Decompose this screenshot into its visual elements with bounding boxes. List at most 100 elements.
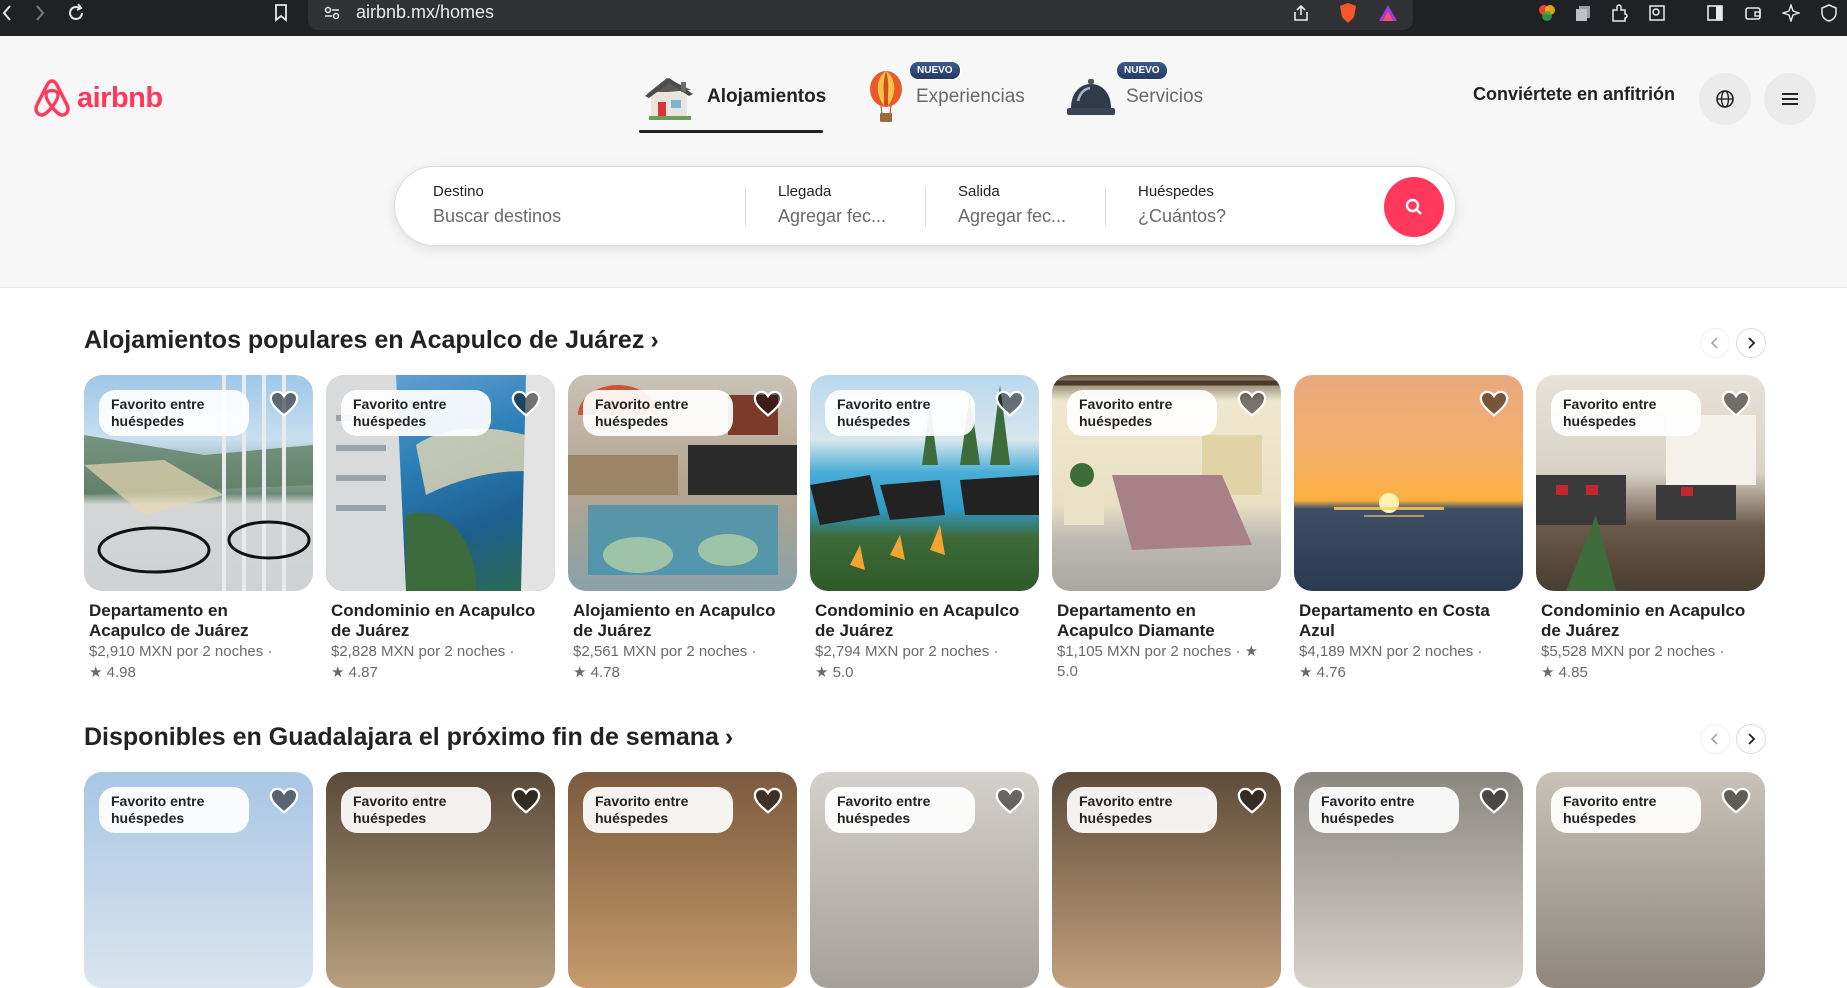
share-icon[interactable] <box>1290 0 1312 26</box>
scroll-left-button[interactable] <box>1700 724 1730 754</box>
divider <box>925 187 926 227</box>
listing-card[interactable]: Favorito entre huéspedes Alojamiento en … <box>568 375 797 683</box>
scroll-right-button[interactable] <box>1736 328 1766 358</box>
brave-shield-icon[interactable] <box>1336 0 1360 26</box>
section-title-acapulco[interactable]: Alojamientos populares en Acapulco de Ju… <box>84 326 659 355</box>
language-button[interactable] <box>1699 73 1751 125</box>
listing-rating: ★ 4.98 <box>89 664 136 681</box>
listing-title: Condominio en Acapulco de Juárez <box>815 601 1020 640</box>
heart-icon[interactable] <box>269 389 299 419</box>
listing-card[interactable]: Favorito entre huéspedes <box>810 772 1039 988</box>
listing-card[interactable]: Favorito entre huéspedes <box>568 772 797 988</box>
listing-photo[interactable]: Favorito entre huéspedes <box>810 375 1039 591</box>
listing-card[interactable]: Favorito entre huéspedes Condominio en A… <box>1536 375 1765 683</box>
listing-photo[interactable]: Favorito entre huéspedes <box>568 375 797 591</box>
destination-input[interactable]: Buscar destinos <box>433 206 733 227</box>
airbnb-logo[interactable]: airbnb <box>33 78 163 118</box>
guest-favorite-badge: Favorito entre huéspedes <box>1309 787 1459 833</box>
listing-photo[interactable]: Favorito entre huéspedes <box>1052 772 1281 988</box>
destination-field[interactable]: Destino Buscar destinos <box>433 183 733 227</box>
heart-icon[interactable] <box>1479 389 1509 419</box>
listing-card[interactable]: Favorito entre huéspedes Departamento en… <box>1052 375 1281 682</box>
heart-icon[interactable] <box>511 389 541 419</box>
section-title-text: Alojamientos populares en Acapulco de Ju… <box>84 326 645 354</box>
heart-icon[interactable] <box>511 786 541 816</box>
back-icon[interactable] <box>0 0 14 26</box>
listing-photo[interactable]: Favorito entre huéspedes <box>326 772 555 988</box>
listing-photo[interactable] <box>1294 375 1523 591</box>
reload-icon[interactable] <box>64 0 88 26</box>
extensions-icon[interactable] <box>1608 0 1630 26</box>
tab-label: Alojamientos <box>707 86 827 107</box>
listing-card[interactable]: Favorito entre huéspedes <box>1536 772 1765 988</box>
checkin-input[interactable]: Agregar fec... <box>778 206 908 227</box>
heart-icon[interactable] <box>753 786 783 816</box>
listing-price: $2,828 MXN por 2 noches · <box>331 643 515 660</box>
tab-alojamientos[interactable]: Alojamientos <box>641 66 826 128</box>
listing-photo[interactable]: Favorito entre huéspedes <box>1536 375 1765 591</box>
leo-ai-icon[interactable] <box>1780 0 1802 26</box>
menu-button[interactable] <box>1764 73 1816 125</box>
listing-photo[interactable]: Favorito entre huéspedes <box>810 772 1039 988</box>
listing-photo[interactable]: Favorito entre huéspedes <box>326 375 555 591</box>
brave-rewards-icon[interactable] <box>1376 0 1400 26</box>
listing-card[interactable]: Favorito entre huéspedes <box>1294 772 1523 988</box>
extension-color-icon[interactable] <box>1536 0 1558 26</box>
field-label: Llegada <box>778 183 832 200</box>
listing-rating: ★ 5.0 <box>815 664 854 681</box>
heart-icon[interactable] <box>995 389 1025 419</box>
search-bar: Destino Buscar destinos Llegada Agregar … <box>394 166 1456 246</box>
heart-icon[interactable] <box>1721 786 1751 816</box>
guests-input[interactable]: ¿Cuántos? <box>1138 206 1338 227</box>
listing-card[interactable]: Favorito entre huéspedes <box>326 772 555 988</box>
sidebar-icon[interactable] <box>1704 0 1726 26</box>
extension-copy-icon[interactable] <box>1572 0 1594 26</box>
listing-card[interactable]: Departamento en Costa Azul $4,189 MXN po… <box>1294 375 1523 683</box>
listing-photo[interactable]: Favorito entre huéspedes <box>84 772 313 988</box>
checkin-field[interactable]: Llegada Agregar fec... <box>778 183 908 227</box>
heart-icon[interactable] <box>995 786 1025 816</box>
listing-card[interactable]: Favorito entre huéspedes <box>84 772 313 988</box>
listing-photo[interactable]: Favorito entre huéspedes <box>1052 375 1281 591</box>
guest-favorite-badge: Favorito entre huéspedes <box>825 787 975 833</box>
heart-icon[interactable] <box>1721 389 1751 419</box>
vpn-shield-icon[interactable] <box>1818 0 1840 26</box>
heart-icon[interactable] <box>753 389 783 419</box>
guests-field[interactable]: Huéspedes ¿Cuántos? <box>1138 183 1338 227</box>
listing-card[interactable]: Favorito entre huéspedes Condominio en A… <box>810 375 1039 683</box>
listing-photo[interactable]: Favorito entre huéspedes <box>1294 772 1523 988</box>
listing-photo[interactable]: Favorito entre huéspedes <box>568 772 797 988</box>
forward-icon[interactable] <box>30 0 50 26</box>
guest-favorite-badge: Favorito entre huéspedes <box>1067 787 1217 833</box>
search-button[interactable] <box>1384 177 1444 237</box>
new-badge: NUEVO <box>909 61 961 80</box>
url-text[interactable]: airbnb.mx/homes <box>356 0 494 24</box>
guest-favorite-badge: Favorito entre huéspedes <box>1551 787 1701 833</box>
listing-photo[interactable]: Favorito entre huéspedes <box>84 375 313 591</box>
bookmark-icon[interactable] <box>270 0 292 26</box>
chevron-left-icon <box>1710 733 1718 745</box>
guest-favorite-badge: Favorito entre huéspedes <box>341 787 491 833</box>
checkout-field[interactable]: Salida Agregar fec... <box>958 183 1088 227</box>
checkout-input[interactable]: Agregar fec... <box>958 206 1088 227</box>
become-host-link[interactable]: Conviértete en anfitrión <box>1473 84 1675 105</box>
scroll-left-button[interactable] <box>1700 328 1730 358</box>
heart-icon[interactable] <box>1237 389 1267 419</box>
heart-icon[interactable] <box>1479 786 1509 816</box>
listing-title: Departamento en Acapulco Diamante <box>1057 601 1215 640</box>
listing-card[interactable]: Favorito entre huéspedes Departamento en… <box>84 375 313 683</box>
site-settings-icon[interactable] <box>322 0 342 26</box>
listing-card[interactable]: Favorito entre huéspedes <box>1052 772 1281 988</box>
listing-photo[interactable]: Favorito entre huéspedes <box>1536 772 1765 988</box>
listing-title: Alojamiento en Acapulco de Juárez <box>573 601 776 640</box>
scroll-right-button[interactable] <box>1736 724 1766 754</box>
reader-icon[interactable] <box>1646 0 1668 26</box>
listing-price: $2,794 MXN por 2 noches · <box>815 643 999 660</box>
heart-icon[interactable] <box>269 786 299 816</box>
section-title-guadalajara[interactable]: Disponibles en Guadalajara el próximo fi… <box>84 723 733 752</box>
listing-rating: ★ 4.87 <box>331 664 378 681</box>
listing-card[interactable]: Favorito entre huéspedes Condominio en A… <box>326 375 555 683</box>
heart-icon[interactable] <box>1237 786 1267 816</box>
address-bar[interactable]: airbnb.mx/homes <box>308 0 1413 30</box>
wallet-icon[interactable] <box>1742 0 1764 26</box>
